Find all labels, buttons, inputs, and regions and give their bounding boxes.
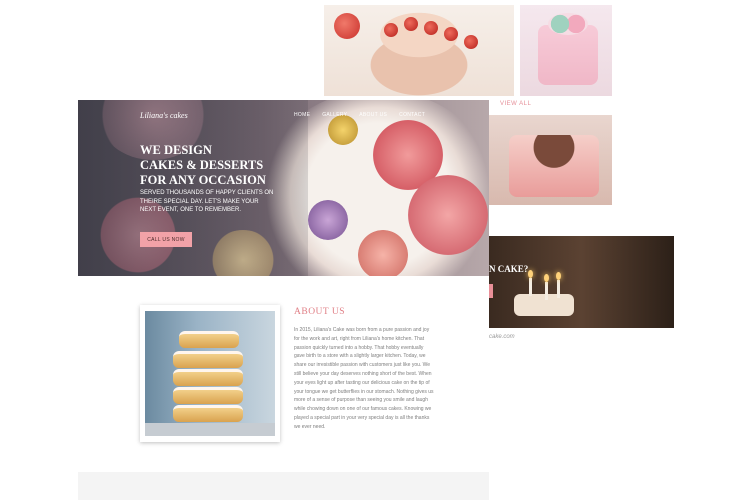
strawberry [384, 23, 398, 37]
hero-headline: WE DESIGN CAKES & DESSERTS FOR ANY OCCAS… [140, 143, 300, 188]
naked-cake-photo [145, 311, 275, 436]
flower-decoration [328, 115, 358, 145]
hero-subtitle: SERVED THOUSANDS OF HAPPY CLIENTS ON THE… [140, 190, 274, 213]
hero-overlay [78, 100, 308, 276]
photo-credit: cake.com [489, 334, 515, 340]
nav-item-contact[interactable]: CONTACT [399, 112, 425, 118]
nav-item-about-us[interactable]: ABOUT US [359, 112, 387, 118]
cake-photo-chocolate-top [489, 115, 612, 205]
hero-headline-line: CAKES & DESSERTS [140, 158, 264, 172]
hero-headline-line: FOR ANY OCCASION [140, 173, 266, 187]
next-section-band [78, 472, 489, 500]
hero-banner [78, 100, 489, 276]
flower-decoration [308, 200, 348, 240]
flower-decoration [358, 230, 408, 276]
about-paragraph: In 2015, Liliana's Cake was born from a … [294, 327, 434, 430]
about-photo-frame [140, 305, 280, 442]
cake-question-heading: N CAKE? [489, 264, 529, 274]
nav-item-home[interactable]: HOME [294, 112, 310, 118]
strawberry [424, 21, 438, 35]
cake-photo-pink-drip [520, 5, 612, 96]
about-heading: ABOUT US [294, 307, 346, 317]
view-all-link[interactable]: VIEW ALL [500, 101, 531, 107]
strawberry [444, 27, 458, 41]
hero-headline-line: WE DESIGN [140, 143, 212, 157]
main-nav: HOME GALLERY ABOUT US CONTACT [294, 112, 425, 118]
pink-accent-bar [489, 284, 493, 298]
cake-photo-strawberry [324, 5, 514, 96]
strawberry [464, 35, 478, 49]
site-logo[interactable]: Liliana's cakes [140, 111, 188, 120]
strawberry [404, 17, 418, 31]
rose-decoration [408, 175, 488, 255]
call-us-now-button[interactable]: CALL US NOW [140, 232, 192, 247]
cake-photo-candles [489, 236, 674, 328]
nav-item-gallery[interactable]: GALLERY [322, 112, 347, 118]
